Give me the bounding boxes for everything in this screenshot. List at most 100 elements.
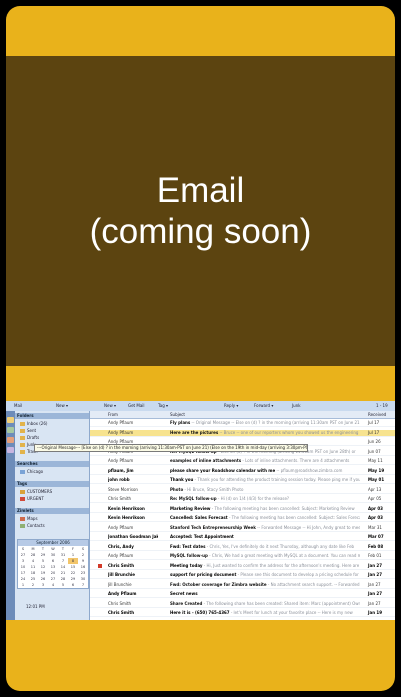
message-row[interactable]: Chris Smith Here it is - (650) 765-4367 -… bbox=[90, 610, 395, 617]
tags-header[interactable]: Tags bbox=[15, 481, 89, 487]
message-row[interactable]: Jonathan Goodman Jake Accepted: Test Appo… bbox=[90, 534, 395, 541]
map-icon bbox=[20, 517, 25, 521]
tag-icon bbox=[20, 490, 25, 494]
message-row[interactable]: Chris Smith Share Created - The following… bbox=[90, 601, 395, 608]
mini-calendar[interactable]: September 2006 S M T W T F S 27 28 29 30 31 1 2 3 4 5 6 7 8… bbox=[17, 539, 89, 589]
mail-icon[interactable] bbox=[7, 417, 14, 423]
message-row[interactable]: Steve Morrison Photo - Hi Bruce, Stacy Sm… bbox=[90, 487, 395, 494]
message-preview: -- Bruce -- one of our reporters whom yo… bbox=[218, 429, 359, 435]
mail-app-label: Mail bbox=[14, 403, 23, 408]
message-subject: please share your Roadshow calendar with… bbox=[170, 468, 360, 474]
message-row[interactable]: Kevin Henrikson Marketing Review - The fo… bbox=[90, 506, 395, 513]
message-list: From Subject Received Andy Pflaum Fly pla… bbox=[90, 411, 395, 620]
calendar-day[interactable]: 3 bbox=[38, 582, 48, 588]
column-subject[interactable]: Subject bbox=[170, 412, 185, 417]
calendar-day[interactable]: 7 bbox=[78, 582, 88, 588]
reply-button[interactable]: Reply ▾ bbox=[224, 403, 238, 409]
zimlets-header[interactable]: Zimlets bbox=[15, 508, 89, 514]
subject-text: Marketing Review bbox=[170, 505, 211, 511]
folders-header[interactable]: Folders bbox=[15, 413, 89, 419]
tag-button[interactable]: Tag ▾ bbox=[158, 403, 168, 409]
new-button[interactable]: New ▾ bbox=[104, 403, 116, 409]
subject-text: Fwd: Test dates bbox=[170, 543, 206, 549]
zimlet-contacts[interactable]: Contacts bbox=[20, 523, 45, 529]
message-row[interactable]: Andy Pflaum MySQL follow-up - Chris, We h… bbox=[90, 553, 395, 560]
subject-text: Photo bbox=[170, 486, 184, 492]
coming-soon-banner: Email (coming soon) bbox=[6, 56, 395, 366]
message-date: Jan 27 bbox=[368, 562, 382, 568]
tasks-icon[interactable] bbox=[7, 447, 14, 453]
email-client-screenshot: Mail New ▾ New ▾ Get Mail Tag ▾ Reply ▾ … bbox=[6, 401, 395, 620]
search-chicago[interactable]: Chicago bbox=[20, 469, 43, 475]
tag-customers[interactable]: CUSTOMERS bbox=[20, 489, 52, 495]
subject-text: Here it is - (650) 765-4367 bbox=[170, 610, 230, 615]
message-row[interactable]: Jill Brunchie Fwd: October coverage for Z… bbox=[90, 582, 395, 589]
calendar-icon[interactable] bbox=[7, 437, 14, 443]
message-row[interactable]: Jill Brunchie support for pricing documen… bbox=[90, 572, 395, 579]
message-preview: - Chris, Yes, I've definitely do it next… bbox=[205, 543, 355, 549]
zimlet-maps[interactable]: Maps bbox=[20, 516, 38, 522]
calendar-day[interactable]: 2 bbox=[28, 582, 38, 588]
folder-drafts[interactable]: Drafts bbox=[20, 435, 39, 441]
subject-text: Fly plans bbox=[170, 420, 191, 425]
message-from: Chris Smith bbox=[108, 600, 132, 606]
message-subject: Fwd: Test dates - Chris, Yes, I've defin… bbox=[170, 544, 360, 550]
message-date: Jan 19 bbox=[368, 610, 382, 615]
message-row[interactable]: john robb Thank you - Thank you for atten… bbox=[90, 477, 395, 484]
subject-text: examples of inline attachments bbox=[170, 458, 242, 463]
message-row[interactable]: Andy Pflaum Secret news Jan 27 bbox=[90, 591, 395, 598]
message-subject: MySQL follow-up - Chris, We had a great … bbox=[170, 553, 360, 559]
message-row[interactable]: Andy Pflaum examples of inline attachment… bbox=[90, 458, 395, 465]
flag-icon[interactable] bbox=[98, 563, 102, 568]
message-from: Kevin Henrikson bbox=[108, 515, 145, 520]
message-from: Chris Smith bbox=[108, 496, 132, 501]
message-preview: - The following share has been created: … bbox=[202, 600, 360, 606]
column-from[interactable]: From bbox=[108, 412, 118, 417]
tag-urgent[interactable]: URGENT bbox=[20, 496, 44, 502]
message-from: Jonathan Goodman Jake bbox=[108, 534, 158, 539]
message-from: Kevin Henrikson bbox=[108, 505, 145, 511]
message-row[interactable]: Kevin Henrikson Cancelled: Sales Forecast… bbox=[90, 515, 395, 522]
calendar-grid[interactable]: S M T W T F S 27 28 29 30 31 1 2 3 4 5 6 7 8 9 10 11 12 13 14 15 16… bbox=[18, 546, 88, 588]
subject-text: Re: MySQL follow-up bbox=[170, 496, 217, 501]
searches-header[interactable]: Searches bbox=[15, 461, 89, 467]
message-row[interactable]: Chris Smith Re: MySQL follow-up - Hi (d) … bbox=[90, 496, 395, 503]
message-subject: support for pricing document - Please se… bbox=[170, 572, 360, 578]
folder-inbox[interactable]: Inbox (26) bbox=[20, 421, 47, 427]
message-preview: - The following meeting has been cancell… bbox=[227, 515, 360, 520]
message-row[interactable]: Andy Pflaum Stanford Tech Entrepreneurshi… bbox=[90, 525, 395, 532]
calendar-day[interactable]: 6 bbox=[68, 582, 78, 588]
message-date: Jul 17 bbox=[368, 429, 380, 435]
message-row[interactable]: Chris, Andy Fwd: Test dates - Chris, Yes,… bbox=[90, 544, 395, 551]
message-subject: Marketing Review - The following meeting… bbox=[170, 506, 360, 512]
message-from: Andy Pflaum bbox=[108, 553, 134, 558]
left-new-button[interactable]: New ▾ bbox=[56, 403, 68, 409]
message-row[interactable]: Chris Smith Meeting today - Hi, Just want… bbox=[90, 563, 395, 570]
subject-text: please share your Roadshow calendar with… bbox=[170, 467, 276, 473]
subject-text: Cancelled: Sales Forecast bbox=[170, 515, 228, 520]
message-row[interactable]: Andy Pflaum Here are the pictures -- Bruc… bbox=[90, 429, 395, 437]
forward-button[interactable]: Forward ▾ bbox=[254, 403, 273, 409]
calendar-day[interactable]: 1 bbox=[18, 582, 28, 588]
message-date: Jan 27 bbox=[368, 581, 381, 587]
trash-icon bbox=[20, 450, 25, 454]
message-subject: Share Created - The following share has … bbox=[170, 601, 360, 607]
get-mail-button[interactable]: Get Mail bbox=[128, 403, 145, 409]
message-preview: - Hi, Just wanted to confirm the address… bbox=[202, 562, 360, 568]
folder-sent[interactable]: Sent bbox=[20, 428, 36, 434]
message-subject: Photo - Hi Bruce, Stacy Smith Photo bbox=[170, 487, 360, 493]
contacts-icon[interactable] bbox=[7, 427, 14, 433]
message-row[interactable]: pflaum, Jim please share your Roadshow ca… bbox=[90, 468, 395, 475]
calendar-day[interactable]: 4 bbox=[48, 582, 58, 588]
subject-text: MySQL follow-up bbox=[170, 553, 208, 558]
message-subject: Here it is - (650) 765-4367 - let's Meet… bbox=[170, 610, 360, 616]
message-preview: - let's Meet for lunch at your favorite … bbox=[229, 610, 353, 615]
calendar-day[interactable]: 5 bbox=[58, 582, 68, 588]
subject-text: Thank you bbox=[170, 477, 194, 482]
message-subject: Cancelled: Sales Forecast - The followin… bbox=[170, 515, 360, 521]
message-row[interactable]: Andy Pflaum Fly plans -- Original Message… bbox=[90, 420, 395, 427]
folder-icon bbox=[20, 443, 25, 447]
junk-button[interactable]: Junk bbox=[292, 403, 301, 409]
subject-text: Here are the pictures bbox=[170, 429, 219, 435]
column-received[interactable]: Received bbox=[368, 412, 386, 417]
